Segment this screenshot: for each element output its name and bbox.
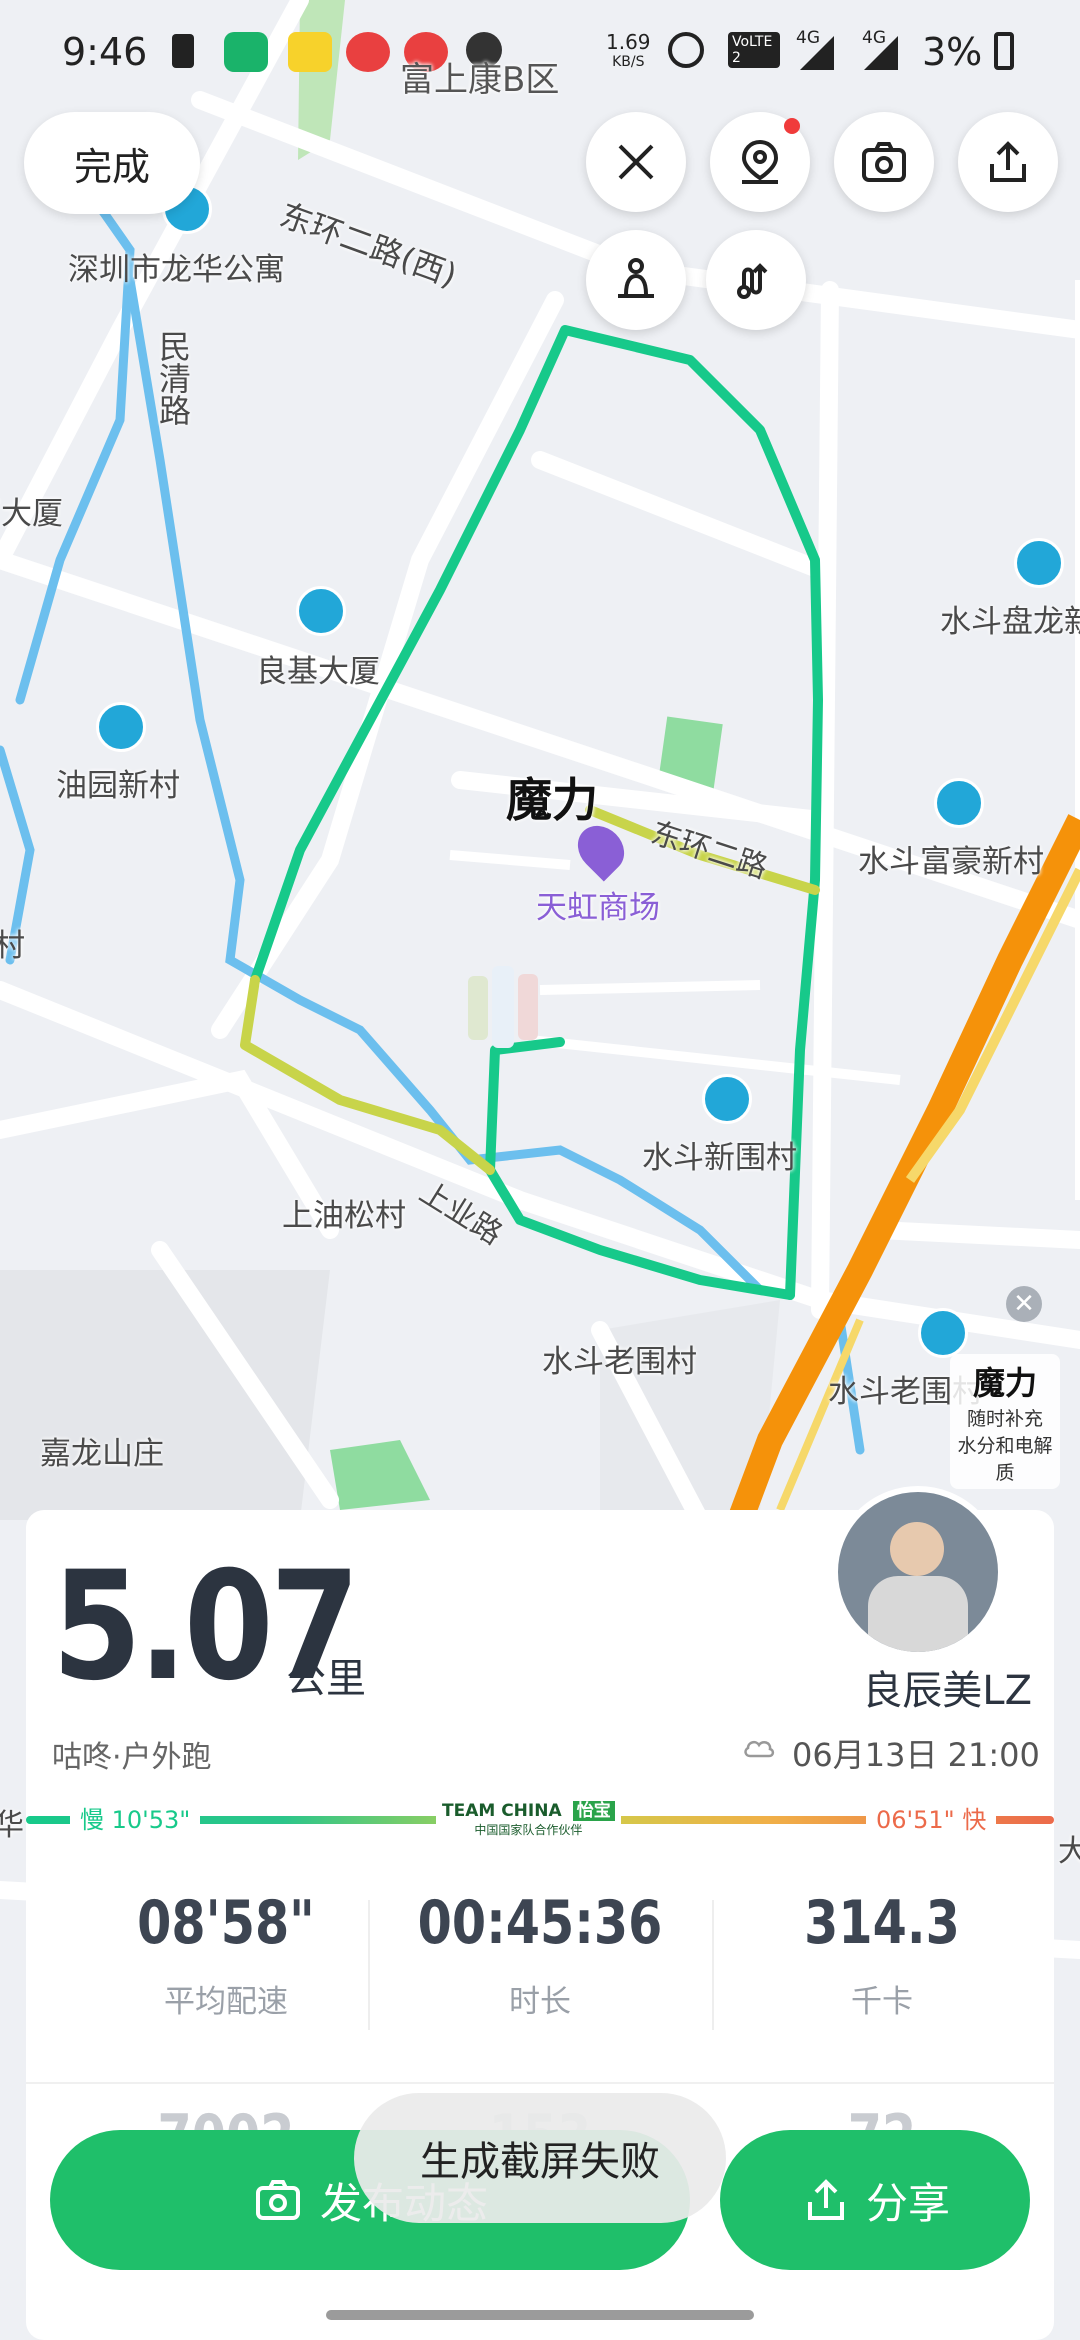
meditation-button[interactable]: [586, 230, 686, 330]
building-icon: [296, 586, 346, 636]
alert-icon: [172, 34, 194, 68]
ad-line-2: 水分和电解质: [957, 1435, 1053, 1484]
building-icon: [934, 778, 984, 828]
yibao-logo-text: 怡宝: [572, 1801, 615, 1821]
signal-icon-1: [800, 36, 834, 70]
sponsor-ad[interactable]: 魔力 随时补充 水分和电解质: [950, 1354, 1060, 1489]
status-time: 9:46: [62, 30, 148, 74]
poi-apartment: 深圳市龙华公寓: [68, 252, 285, 288]
map-label-area: 富上康B区: [400, 60, 560, 100]
poi-shuidou-laowei: 水斗老围村: [542, 1344, 697, 1380]
poi-shuidou-xinwei: 水斗新围村: [642, 1140, 797, 1176]
divider: [712, 1900, 714, 2030]
run-datetime: 06月13日 21:00: [792, 1736, 1040, 1774]
close-ad-icon[interactable]: ✕: [1006, 1286, 1042, 1322]
divider: [368, 1900, 370, 2030]
meditation-icon: [618, 258, 654, 298]
sponsor-bottle-icon: [462, 966, 552, 1056]
camera-icon: [862, 142, 906, 182]
camera-icon: [255, 2180, 300, 2220]
building-icon: [96, 702, 146, 752]
home-indicator[interactable]: [326, 2310, 754, 2320]
poi-shuidou-fuhao: 水斗富豪新村: [858, 844, 1044, 880]
distance-unit: 公里: [286, 1656, 366, 1702]
share-icon: [807, 2179, 844, 2220]
building-icon: [1014, 538, 1064, 588]
avatar[interactable]: [832, 1486, 1004, 1658]
weibo-icon: [346, 32, 390, 72]
ad-line-1: 随时补充: [966, 1408, 1043, 1430]
road-label-minqing: 民清路: [154, 330, 192, 426]
building-icon: [918, 1308, 968, 1358]
team-logo-text: TEAM CHINA: [442, 1801, 562, 1821]
poi-shangyou: 上油松村: [282, 1198, 406, 1234]
poi-youyuan: 油园新村: [56, 768, 180, 804]
net-speed-unit: KB/S: [612, 54, 645, 70]
source-label: 咕咚·户外跑: [52, 1740, 212, 1775]
stat-duration-value: 00:45:36: [417, 1888, 663, 1958]
stat-calories-label: 千卡: [851, 1984, 913, 2020]
divider: [26, 2082, 1054, 2084]
battery-percent: 3%: [922, 30, 983, 74]
net-speed-value: 1.69: [606, 30, 651, 54]
app-icon: [288, 32, 332, 72]
net-speed: 1.69 KB/S: [606, 32, 651, 72]
poi-edge-da: 大: [1058, 1834, 1080, 1869]
camera-button[interactable]: [834, 112, 934, 212]
toast-message: 生成截屏失败: [354, 2093, 726, 2223]
signal-icon-2: [864, 36, 898, 70]
poi-jialong: 嘉龙山庄: [40, 1436, 164, 1472]
stat-pace-value: 08'58": [137, 1888, 315, 1958]
team-logo-sub: 中国国家队合作伙伴: [474, 1823, 583, 1837]
poi-edge-hua: 华: [0, 1808, 24, 1843]
map-pin-button[interactable]: [710, 112, 810, 212]
sponsor-mark: 魔力: [506, 773, 598, 827]
ad-title: 魔力: [972, 1364, 1037, 1402]
team-china-logo: TEAM CHINA 怡宝 中国国家队合作伙伴: [436, 1796, 621, 1838]
close-button[interactable]: [586, 112, 686, 212]
wechat-icon: [224, 32, 268, 72]
poi-mall: 天虹商场: [536, 890, 660, 926]
stat-duration-label: 时长: [509, 1984, 571, 2020]
close-icon: [618, 144, 654, 180]
pace-slow-label: 慢 10'53": [70, 1800, 201, 1835]
route-button[interactable]: [706, 230, 806, 330]
poi-building-left: 厦大厦: [0, 496, 63, 532]
stat-pace-label: 平均配速: [164, 1984, 288, 2020]
stat-calories-value: 314.3: [804, 1888, 960, 1958]
poi-shuidou-panlong: 水斗盘龙新: [940, 604, 1080, 640]
poi-edge-cun: 村: [0, 928, 25, 964]
battery-icon: [994, 32, 1014, 70]
building-icon: [702, 1074, 752, 1124]
share-top-button[interactable]: [958, 112, 1058, 212]
route-icon: [737, 263, 768, 299]
done-button[interactable]: 完成: [24, 112, 200, 214]
map-pin-icon: [741, 139, 779, 184]
share-label: 分享: [865, 2178, 950, 2228]
cloud-icon: [744, 1740, 775, 1758]
alarm-icon: [668, 32, 704, 68]
poi-liangji: 良基大厦: [256, 654, 380, 690]
share-icon: [990, 141, 1026, 182]
notification-dot: [784, 118, 800, 134]
username[interactable]: 良辰美LZ: [862, 1658, 1032, 1716]
pace-fast-label: 06'51" 快: [866, 1800, 997, 1835]
volte-icon: VoLTE 2: [728, 32, 780, 68]
share-button[interactable]: 分享: [720, 2130, 1030, 2270]
